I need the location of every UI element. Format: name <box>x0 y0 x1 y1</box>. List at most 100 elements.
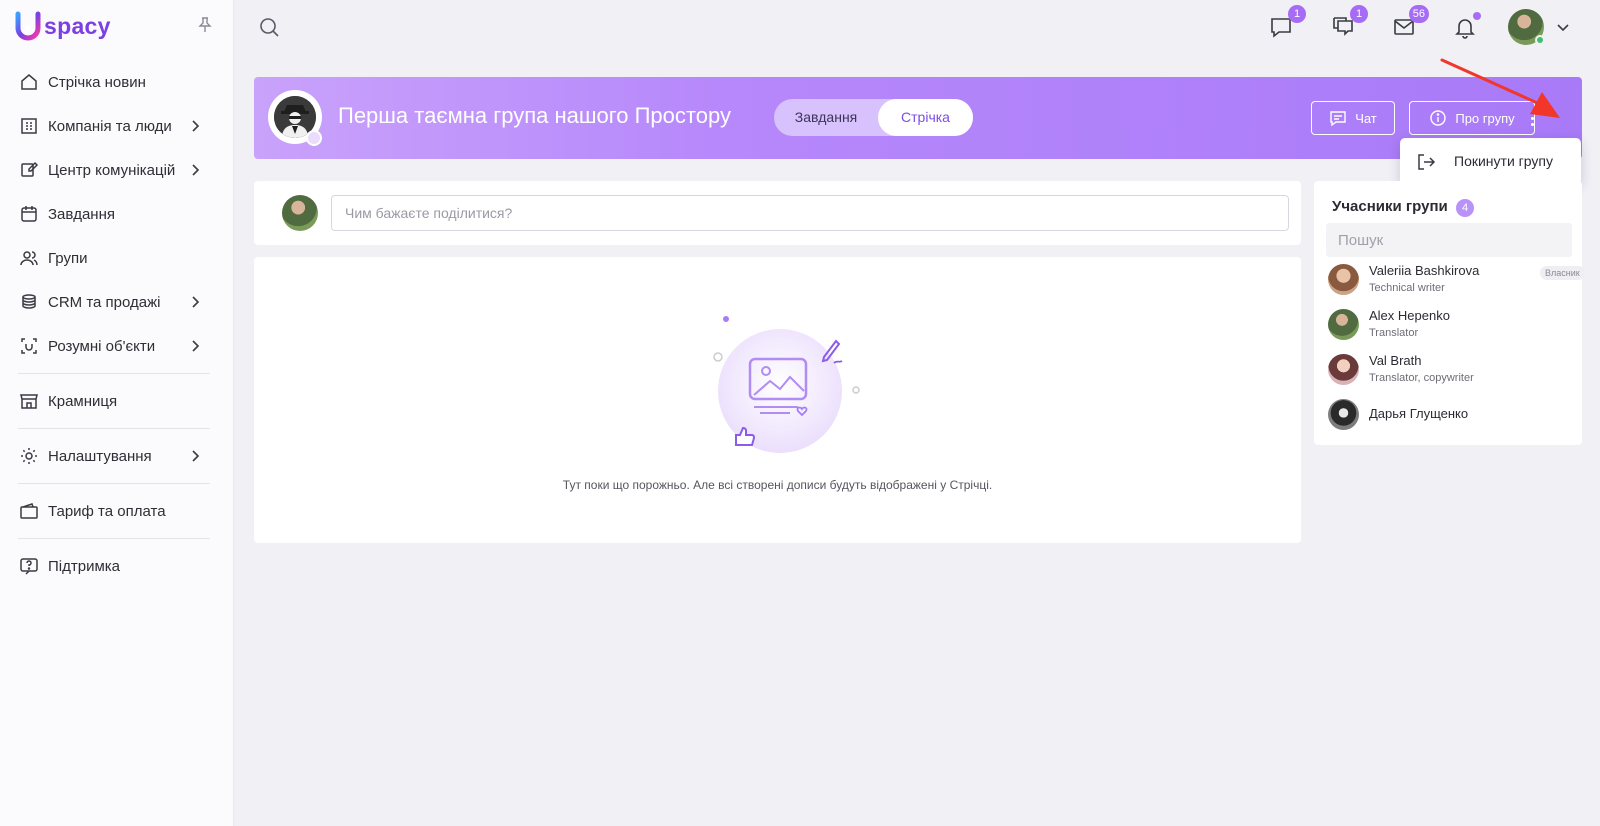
calendar-icon <box>18 203 40 225</box>
sidebar-nav: Стрічка новин Компанія та люди Центр ком… <box>0 60 234 588</box>
about-group-label: Про групу <box>1455 110 1515 126</box>
group-chat-button[interactable]: Чат <box>1311 101 1395 135</box>
sidebar-item-support[interactable]: Підтримка <box>0 544 234 588</box>
sidebar-item-tasks[interactable]: Завдання <box>0 192 234 236</box>
member-item[interactable]: Valeriia Bashkirova Technical writer Вла… <box>1328 260 1585 300</box>
chat-icon[interactable]: 1 <box>1268 5 1306 40</box>
chevron-right-icon <box>188 162 202 178</box>
member-role: Technical writer <box>1369 282 1445 294</box>
more-options-button[interactable] <box>1522 105 1542 131</box>
members-search-input[interactable] <box>1326 223 1572 257</box>
mail-badge: 56 <box>1408 5 1429 23</box>
search-icon[interactable] <box>258 16 280 38</box>
sidebar-item-company[interactable]: Компанія та люди <box>0 104 234 148</box>
member-avatar <box>1328 399 1359 430</box>
private-group-icon <box>306 130 322 146</box>
chevron-right-icon <box>188 448 202 464</box>
comments-badge: 1 <box>1350 5 1368 23</box>
wallet-icon <box>18 500 40 522</box>
sidebar-item-label: Групи <box>48 249 88 267</box>
sidebar-item-billing[interactable]: Тариф та оплата <box>0 489 234 533</box>
group-title: Перша таємна група нашого Простору <box>338 103 731 128</box>
chat-bubble-icon <box>1329 109 1347 127</box>
about-group-button[interactable]: Про групу <box>1409 101 1535 135</box>
sidebar-item-news-feed[interactable]: Стрічка новин <box>0 60 234 104</box>
member-name: Alex Hepenko <box>1369 308 1450 323</box>
sidebar-item-label: Крамниця <box>48 392 118 410</box>
sidebar: spacy Стрічка новин Компанія та люди Цен… <box>0 0 234 826</box>
sidebar-item-label: Компанія та люди <box>48 117 172 135</box>
sidebar-item-crm[interactable]: CRM та продажі <box>0 280 234 324</box>
member-item[interactable]: Alex Hepenko Translator <box>1328 305 1578 345</box>
post-input[interactable] <box>331 195 1289 231</box>
home-icon <box>18 71 40 93</box>
logout-icon <box>1416 152 1436 172</box>
sidebar-item-label: Завдання <box>48 205 115 223</box>
feed-empty-state: Тут поки що порожньо. Але всі створені д… <box>254 257 1301 543</box>
sidebar-item-label: Налаштування <box>48 447 152 465</box>
sidebar-item-label: Стрічка новин <box>48 73 146 91</box>
smart-object-icon <box>18 335 40 357</box>
notification-dot <box>1473 12 1481 20</box>
coins-icon <box>18 291 40 313</box>
group-members-panel: Учасники групи 4 Valeriia Bashkirova Tec… <box>1314 181 1585 445</box>
help-icon <box>18 555 40 577</box>
gear-icon <box>18 445 40 467</box>
sidebar-item-smart-objects[interactable]: Розумні об'єкти <box>0 324 234 368</box>
divider <box>18 483 210 484</box>
sidebar-item-label: Тариф та оплата <box>48 502 166 520</box>
divider <box>18 373 210 374</box>
users-icon <box>18 247 40 269</box>
member-item[interactable]: Val Brath Translator, copywriter <box>1328 350 1578 390</box>
members-count-badge: 4 <box>1456 199 1474 217</box>
bell-icon[interactable] <box>1452 12 1481 40</box>
logo-text: spacy <box>44 12 111 39</box>
pin-icon[interactable] <box>196 16 214 34</box>
divider <box>18 428 210 429</box>
empty-feed-text: Тут поки що порожньо. Але всі створені д… <box>562 478 993 492</box>
sidebar-item-settings[interactable]: Налаштування <box>0 434 234 478</box>
post-composer <box>254 181 1301 245</box>
composer-avatar <box>282 195 318 231</box>
empty-feed-illustration-icon <box>713 316 860 453</box>
chevron-right-icon <box>188 294 202 310</box>
sidebar-item-label: Розумні об'єкти <box>48 337 156 355</box>
tab-feed[interactable]: Стрічка <box>878 99 973 136</box>
user-avatar[interactable] <box>1508 9 1545 45</box>
sidebar-item-store[interactable]: Крамниця <box>0 379 234 423</box>
info-icon <box>1429 109 1447 127</box>
chat-edit-icon <box>18 159 40 181</box>
group-chat-label: Чат <box>1355 110 1377 126</box>
member-avatar <box>1328 309 1359 340</box>
sidebar-item-groups[interactable]: Групи <box>0 236 234 280</box>
comments-icon[interactable]: 1 <box>1330 5 1368 40</box>
member-name: Valeriia Bashkirova <box>1369 263 1480 278</box>
member-avatar <box>1328 264 1359 295</box>
logo-mark-icon <box>14 10 42 42</box>
chevron-right-icon <box>188 338 202 354</box>
logo[interactable]: spacy <box>14 10 111 42</box>
tab-tasks[interactable]: Завдання <box>774 99 878 136</box>
sidebar-item-communications[interactable]: Центр комунікацій <box>0 148 234 192</box>
sidebar-item-label: Підтримка <box>48 557 121 575</box>
owner-badge: Власник <box>1540 266 1585 280</box>
member-name: Дарья Глущенко <box>1369 406 1469 421</box>
group-options-menu: Покинути групу <box>1400 138 1581 185</box>
top-bar: 1 1 56 <box>234 0 1600 54</box>
mail-icon[interactable]: 56 <box>1391 5 1429 40</box>
member-name: Val Brath <box>1369 353 1422 368</box>
members-title: Учасники групи <box>1332 198 1448 215</box>
member-role: Translator <box>1369 327 1419 339</box>
group-header: Перша таємна група нашого Простору Завда… <box>254 77 1582 159</box>
group-tabs: Завдання Стрічка <box>774 99 973 136</box>
member-avatar <box>1328 354 1359 385</box>
divider <box>18 538 210 539</box>
member-item[interactable]: Дарья Глущенко <box>1328 395 1578 435</box>
chevron-down-icon[interactable] <box>1556 20 1570 34</box>
store-icon <box>18 390 40 412</box>
chevron-right-icon <box>188 118 202 134</box>
chat-badge: 1 <box>1288 5 1306 23</box>
building-icon <box>18 115 40 137</box>
leave-group-item[interactable]: Покинути групу <box>1454 153 1553 169</box>
sidebar-item-label: Центр комунікацій <box>48 161 176 179</box>
